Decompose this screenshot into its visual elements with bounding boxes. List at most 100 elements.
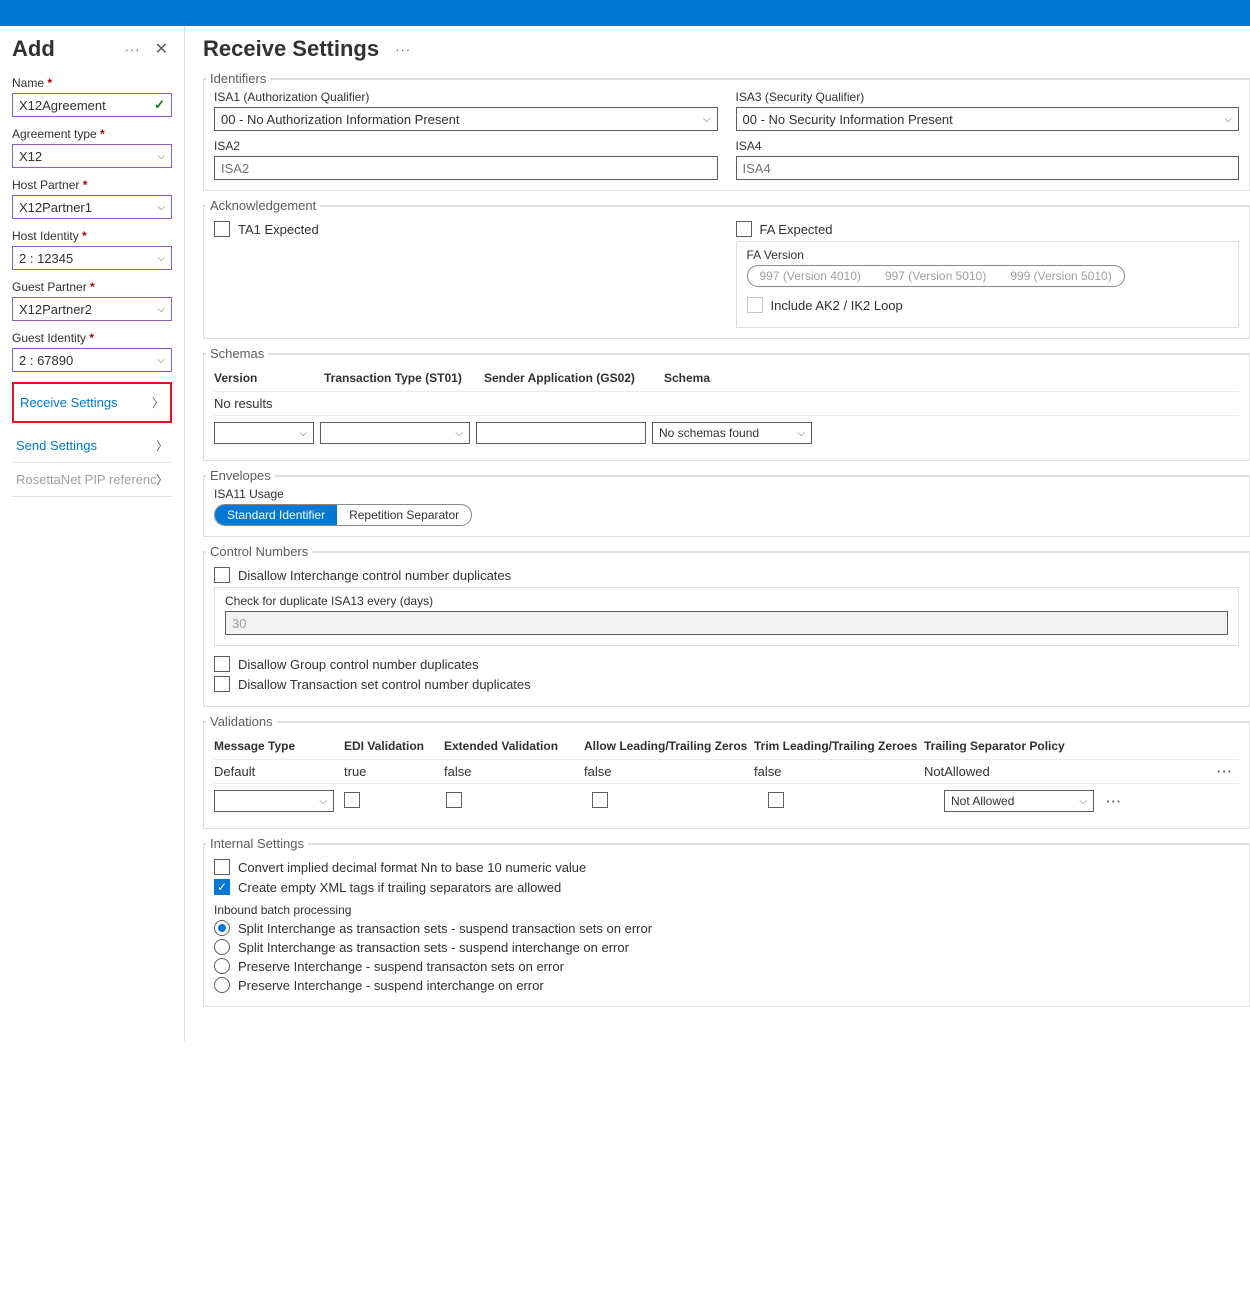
name-label: Name [12,76,172,90]
internal-legend: Internal Settings [206,836,308,851]
row-more-icon[interactable]: ··· [1100,794,1128,809]
schema-sender-input[interactable] [476,422,646,444]
schemas-section: Schemas Version Transaction Type (ST01) … [203,353,1250,461]
fa-checkbox[interactable] [736,221,752,237]
isa2-input[interactable] [214,156,718,180]
include-ak2-label: Include AK2 / IK2 Loop [771,298,903,313]
schema-txn-select[interactable]: ⌵ [320,422,470,444]
more-icon[interactable]: ··· [121,42,145,57]
isa1-label: ISA1 (Authorization Qualifier) [214,90,718,104]
isa11-label: ISA11 Usage [214,487,1239,501]
val-trim-checkbox[interactable] [768,792,784,808]
guest-identity-label: Guest Identity [12,331,172,345]
fa-version-999-5010[interactable]: 999 (Version 5010) [998,266,1123,286]
sidebar-title: Add [12,36,55,62]
nav-send-settings[interactable]: Send Settings〉 [12,429,172,463]
chevron-down-icon: ⌵ [1079,796,1087,807]
isa3-label: ISA3 (Security Qualifier) [736,90,1240,104]
main-panel: Receive Settings ··· Identifiers ISA1 (A… [185,26,1250,1041]
col-sender: Sender Application (GS02) [484,371,664,385]
check-isa13-input: 30 [225,611,1228,635]
ta1-checkbox[interactable] [214,221,230,237]
val-sep-select[interactable]: Not Allowed⌵ [944,790,1094,812]
ack-legend: Acknowledgement [206,198,320,213]
host-identity-select[interactable]: 2 : 12345⌵ [12,246,172,270]
disallow-interchange-checkbox[interactable] [214,567,230,583]
name-input[interactable]: X12Agreement [12,93,172,117]
chevron-down-icon: ⌵ [455,428,463,439]
row-more-icon[interactable]: ··· [1211,764,1239,779]
chevron-down-icon: ⌵ [157,151,165,162]
isa11-repetition[interactable]: Repetition Separator [337,505,471,525]
val-msgtype-select[interactable]: ⌵ [214,790,334,812]
batch-opt-1[interactable] [214,939,230,955]
nav-receive-settings[interactable]: Receive Settings〉 [12,382,172,423]
isa1-select[interactable]: 00 - No Authorization Information Presen… [214,107,718,131]
chevron-down-icon: ⌵ [157,304,165,315]
close-icon[interactable]: ✕ [151,39,172,59]
more-icon[interactable]: ··· [391,42,415,57]
check-isa13-label: Check for duplicate ISA13 every (days) [225,594,1228,608]
isa11-standard[interactable]: Standard Identifier [215,505,337,525]
control-numbers-section: Control Numbers Disallow Interchange con… [203,551,1250,707]
identifiers-legend: Identifiers [206,71,270,86]
host-identity-label: Host Identity [12,229,172,243]
envelopes-legend: Envelopes [206,468,275,483]
schemas-legend: Schemas [206,346,268,361]
batch-opt-2[interactable] [214,958,230,974]
val-ext-checkbox[interactable] [446,792,462,808]
chevron-down-icon: ⌵ [157,253,165,264]
chevron-down-icon: ⌵ [1224,114,1232,125]
batch-opt-3[interactable] [214,977,230,993]
chevron-down-icon: ⌵ [797,428,805,439]
val-edi-checkbox[interactable] [344,792,360,808]
fa-version-label: FA Version [747,248,1229,262]
fa-version-997-5010[interactable]: 997 (Version 5010) [873,266,998,286]
host-partner-label: Host Partner [12,178,172,192]
isa4-label: ISA4 [736,139,1240,153]
validations-legend: Validations [206,714,277,729]
identifiers-section: Identifiers ISA1 (Authorization Qualifie… [203,78,1250,191]
chevron-down-icon: ⌵ [157,355,165,366]
fa-label: FA Expected [760,222,833,237]
create-empty-checkbox[interactable]: ✓ [214,879,230,895]
schema-version-select[interactable]: ⌵ [214,422,314,444]
isa11-pills: Standard Identifier Repetition Separator [214,504,472,526]
isa3-select[interactable]: 00 - No Security Information Present⌵ [736,107,1240,131]
acknowledgement-section: Acknowledgement TA1 Expected FA Expected… [203,205,1250,339]
convert-decimal-checkbox[interactable] [214,859,230,875]
guest-partner-select[interactable]: X12Partner2⌵ [12,297,172,321]
isa4-input[interactable] [736,156,1240,180]
val-lead-checkbox[interactable] [592,792,608,808]
batch-label: Inbound batch processing [214,903,1239,917]
fa-version-pills: 997 (Version 4010) 997 (Version 5010) 99… [747,265,1125,287]
page-title: Receive Settings [203,36,379,62]
validations-section: Validations Message Type EDI Validation … [203,721,1250,829]
include-ak2-checkbox[interactable] [747,297,763,313]
disallow-group-checkbox[interactable] [214,656,230,672]
envelopes-section: Envelopes ISA11 Usage Standard Identifie… [203,475,1250,537]
agreement-type-select[interactable]: X12⌵ [12,144,172,168]
col-version: Version [214,371,324,385]
host-partner-select[interactable]: X12Partner1⌵ [12,195,172,219]
col-schema: Schema [664,371,824,385]
fa-version-997-4010[interactable]: 997 (Version 4010) [748,266,873,286]
guest-partner-label: Guest Partner [12,280,172,294]
guest-identity-select[interactable]: 2 : 67890⌵ [12,348,172,372]
internal-settings-section: Internal Settings Convert implied decima… [203,843,1250,1007]
nav-rosettanet[interactable]: RosettaNet PIP references〉 [12,463,172,497]
no-results: No results [214,396,273,411]
chevron-right-icon: 〉 [152,394,164,411]
schema-schema-select[interactable]: No schemas found⌵ [652,422,812,444]
batch-opt-0[interactable] [214,920,230,936]
chevron-down-icon: ⌵ [157,202,165,213]
chevron-right-icon: 〉 [156,471,168,488]
chevron-down-icon: ⌵ [319,796,327,807]
disallow-txn-checkbox[interactable] [214,676,230,692]
isa2-label: ISA2 [214,139,718,153]
chevron-down-icon: ⌵ [299,428,307,439]
agreement-type-label: Agreement type [12,127,172,141]
col-txn: Transaction Type (ST01) [324,371,484,385]
chevron-down-icon: ⌵ [703,114,711,125]
chevron-right-icon: 〉 [156,437,168,454]
